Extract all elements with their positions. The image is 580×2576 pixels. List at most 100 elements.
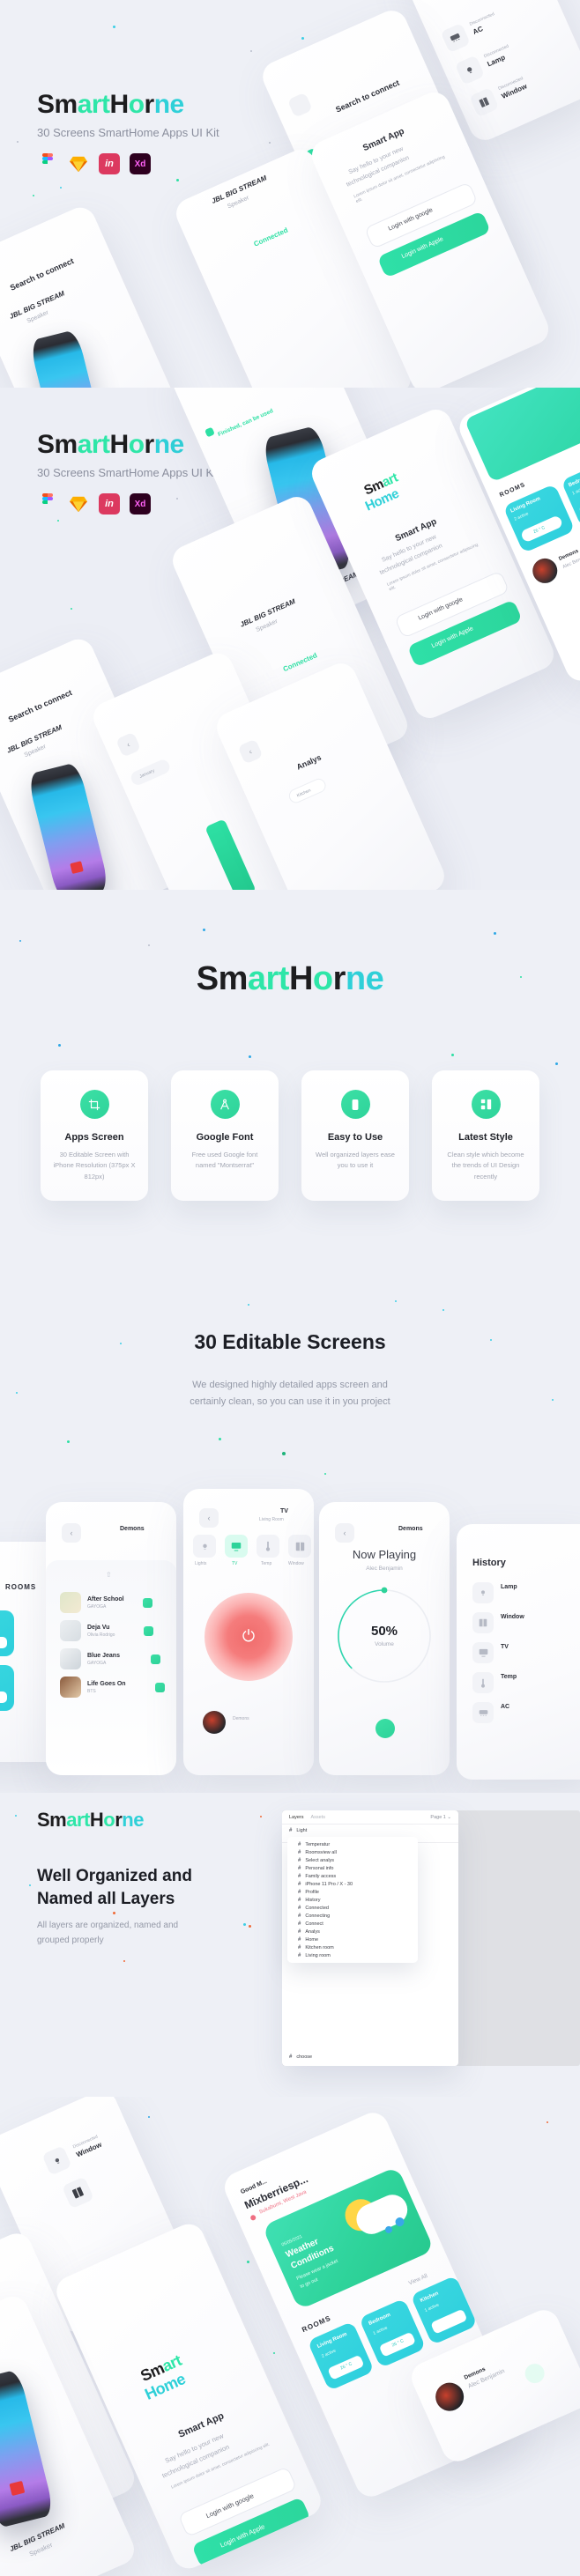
play-button[interactable]	[376, 1719, 395, 1738]
confetti-dot	[60, 187, 62, 189]
window-icon	[472, 1612, 494, 1633]
tv-icon[interactable]	[225, 1535, 248, 1558]
now-playing-song: Demons	[398, 1526, 423, 1532]
features-logo: SmartHorne	[0, 962, 580, 996]
history-item-label: Lamp	[501, 1584, 517, 1590]
list-item[interactable]: # Kitchen room	[287, 1943, 418, 1951]
play-icon[interactable]	[144, 1625, 154, 1636]
window-icon[interactable]	[288, 1535, 311, 1558]
list-item[interactable]: # Connecting	[287, 1912, 418, 1920]
mock-playlist: ‹ Demons ⇧ After School GAYOGA Deja Vu O…	[46, 1502, 176, 1775]
album-art	[60, 1677, 81, 1698]
list-item[interactable]: Deja Vu Olivia Rodrigo	[60, 1620, 165, 1641]
confetti-dot	[176, 179, 179, 181]
list-item[interactable]: Blue Jeans GAYOGA	[60, 1648, 165, 1669]
logo-seg-2: art	[66, 1809, 90, 1831]
layer-root-row[interactable]: # Light	[282, 1825, 458, 1837]
kitchen-chip[interactable]: Kitchen	[286, 776, 329, 805]
logo-seg-2: art	[247, 960, 290, 997]
confetti-dot	[113, 26, 115, 28]
list-item[interactable]: # iPhone 11 Pro / X - 30	[287, 1880, 418, 1888]
login-google-label: Login with google	[387, 206, 435, 233]
list-item[interactable]: After School GAYOGA	[60, 1592, 165, 1613]
control-label-lights: Lights	[195, 1561, 207, 1566]
feature-desc: Well organized layers ease you to use it	[316, 1151, 395, 1170]
list-item[interactable]: # Analys	[287, 1928, 418, 1936]
frame-icon: #	[298, 1905, 301, 1911]
list-item[interactable]: Life Goes On BTS	[60, 1677, 165, 1698]
play-icon[interactable]	[154, 1682, 165, 1692]
back-button[interactable]: ‹	[199, 1508, 219, 1528]
layers-sublist: # Temperatur # Roomsview all # Select analy…	[287, 1837, 418, 1963]
logo-seg-3: H	[89, 1809, 104, 1831]
page-selector[interactable]: Page 1 ⌄	[430, 1815, 451, 1820]
window-icon	[61, 2176, 94, 2210]
poster-page: SmartHorne 30 Screens SmartHome Apps UI …	[0, 0, 580, 2576]
play-button[interactable]	[522, 2360, 548, 2387]
play-icon[interactable]	[150, 1654, 160, 1664]
logo-seg-5: r	[332, 960, 346, 997]
app-icon-row: in Xd	[37, 153, 249, 175]
back-button[interactable]: ‹	[115, 731, 142, 758]
feature-card-apps-screen[interactable]: Apps Screen 30 Editable Screen with iPho…	[41, 1070, 148, 1201]
confetti-dot	[19, 940, 21, 942]
room-card-living[interactable]: Living Room 2 active 26 ° C	[0, 1665, 14, 1711]
song-artist: GAYOGA	[87, 1660, 107, 1666]
drag-handle-icon[interactable]: ⇧	[106, 1571, 113, 1579]
back-button[interactable]: ‹	[237, 738, 264, 765]
frame-icon: #	[298, 1928, 301, 1935]
tab-assets[interactable]: Assets	[311, 1815, 326, 1820]
speaker-image	[28, 329, 107, 388]
layer-label: Connect	[305, 1921, 323, 1927]
invision-icon: in	[99, 153, 120, 175]
lights-icon[interactable]	[193, 1535, 216, 1558]
search-connect-title: Search to connect	[6, 687, 74, 724]
layer-label: Kitchen room	[305, 1944, 334, 1951]
list-item[interactable]: # Roomsview all	[287, 1848, 418, 1856]
power-icon[interactable]: ⏻	[239, 1626, 258, 1646]
invision-icon: in	[99, 493, 120, 515]
history-title: History	[472, 1558, 506, 1568]
control-label-tv: TV	[232, 1561, 238, 1566]
back-button[interactable]: ‹	[62, 1523, 81, 1543]
feature-title: Latest Style	[458, 1132, 513, 1143]
list-item[interactable]: # Personal info	[287, 1864, 418, 1872]
list-item[interactable]: # Select analys	[287, 1856, 418, 1864]
mock-history: History Lamp Window TV Temp AC	[457, 1524, 580, 1780]
history-item-label: Temp	[501, 1674, 517, 1680]
ac-icon	[472, 1702, 494, 1723]
list-item[interactable]: # Home	[287, 1936, 418, 1943]
feature-card-google-font[interactable]: Google Font Free used Google font named …	[171, 1070, 279, 1201]
organized-paragraph: All layers are organized, named and grou…	[37, 1919, 275, 1948]
confetti-dot	[269, 142, 271, 144]
song-list: After School GAYOGA Deja Vu Olivia Rodri…	[60, 1592, 165, 1698]
view-all-link[interactable]: View All	[408, 2273, 429, 2287]
feature-card-latest-style[interactable]: Latest Style Clean style which become th…	[432, 1070, 539, 1201]
back-button[interactable]	[286, 92, 313, 118]
confetti-dot	[250, 50, 252, 52]
play-icon[interactable]	[142, 1597, 152, 1608]
back-button[interactable]: ‹	[335, 1523, 354, 1543]
list-item[interactable]: # Connect	[287, 1920, 418, 1928]
album-art	[60, 1592, 81, 1613]
confetti-dot	[148, 2116, 150, 2118]
list-item[interactable]: # Profile	[287, 1888, 418, 1896]
confetti-dot	[148, 944, 150, 946]
layer-footer-row[interactable]: # choose	[282, 2053, 319, 2061]
frame-icon: #	[298, 1889, 301, 1895]
tab-layers[interactable]: Layers	[289, 1815, 304, 1820]
avatar	[203, 1711, 226, 1734]
logo-seg-1: Sm	[37, 90, 78, 119]
feature-card-easy-to-use[interactable]: Easy to Use Well organized layers ease y…	[301, 1070, 409, 1201]
feature-title: Google Font	[196, 1132, 254, 1143]
login-apple-label: Login with Apple	[219, 2522, 266, 2550]
list-item[interactable]: # History	[287, 1896, 418, 1904]
layer-label: iPhone 11 Pro / X - 30	[305, 1881, 353, 1887]
temp-icon[interactable]	[257, 1535, 279, 1558]
list-item[interactable]: # Living room	[287, 1951, 418, 1959]
list-item[interactable]: # Temperatur	[287, 1840, 418, 1848]
room-card-bedroom[interactable]: Bedroom 1 active 26 ° C	[0, 1610, 14, 1656]
list-item[interactable]: # Connected	[287, 1904, 418, 1912]
list-item[interactable]: # Family access	[287, 1872, 418, 1880]
frame-icon: #	[298, 1897, 301, 1903]
